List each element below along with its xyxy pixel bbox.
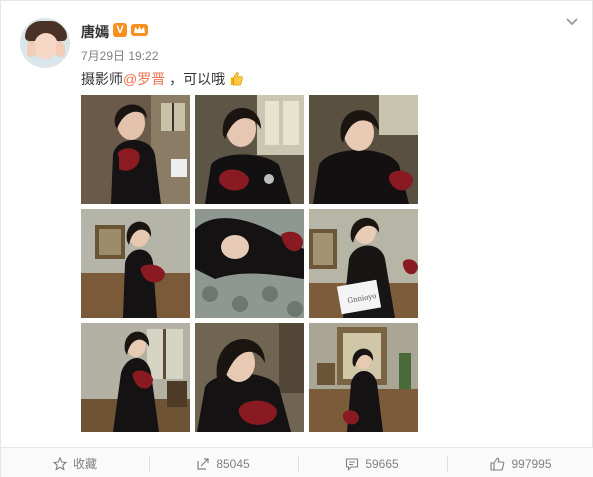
photo-2[interactable]	[195, 95, 304, 204]
post-text-prefix: 摄影师	[81, 71, 123, 87]
mention-link[interactable]: @罗晋	[123, 71, 165, 87]
photo-3[interactable]	[309, 95, 418, 204]
user-avatar[interactable]	[20, 18, 70, 68]
favorite-button[interactable]: 收藏	[1, 448, 149, 477]
comment-icon	[346, 457, 359, 471]
photo-6[interactable]: Gnnioyo	[309, 209, 418, 318]
like-count: 997995	[511, 456, 552, 471]
photo-7[interactable]	[81, 323, 190, 432]
photo-5[interactable]	[195, 209, 304, 318]
like-button[interactable]: 997995	[447, 448, 593, 477]
post-text-suffix: ，可以哦	[165, 71, 226, 87]
photo-9[interactable]	[309, 323, 418, 432]
photo-4[interactable]	[81, 209, 190, 318]
photo-1[interactable]	[81, 95, 190, 204]
thumbs-up-emoji-icon	[230, 72, 243, 86]
share-icon	[197, 457, 209, 470]
comment-count: 59665	[365, 456, 399, 471]
photo-8[interactable]	[195, 323, 304, 432]
repost-count: 85045	[216, 456, 250, 471]
star-icon	[52, 456, 67, 471]
post-timestamp[interactable]: 7月29日 19:22	[81, 47, 158, 64]
repost-button[interactable]: 85045	[149, 448, 297, 477]
favorite-label: 收藏	[72, 457, 97, 471]
action-bar: 收藏 85045 59665 997995	[1, 447, 593, 477]
verified-badge-icon: V	[113, 23, 127, 37]
post-text: 摄影师@罗晋 ，可以哦	[81, 69, 244, 89]
weibo-post-card: 唐嫣 V 7月29日 19:22 摄影师@罗晋 ，可以哦 Gnnioyo 收藏 …	[0, 0, 593, 477]
chevron-down-icon[interactable]	[565, 15, 579, 29]
member-crown-icon	[131, 24, 148, 36]
username[interactable]: 唐嫣	[81, 22, 109, 42]
thumbs-up-icon	[490, 457, 505, 471]
photo-grid: Gnnioyo	[81, 95, 419, 432]
comment-button[interactable]: 59665	[298, 448, 446, 477]
